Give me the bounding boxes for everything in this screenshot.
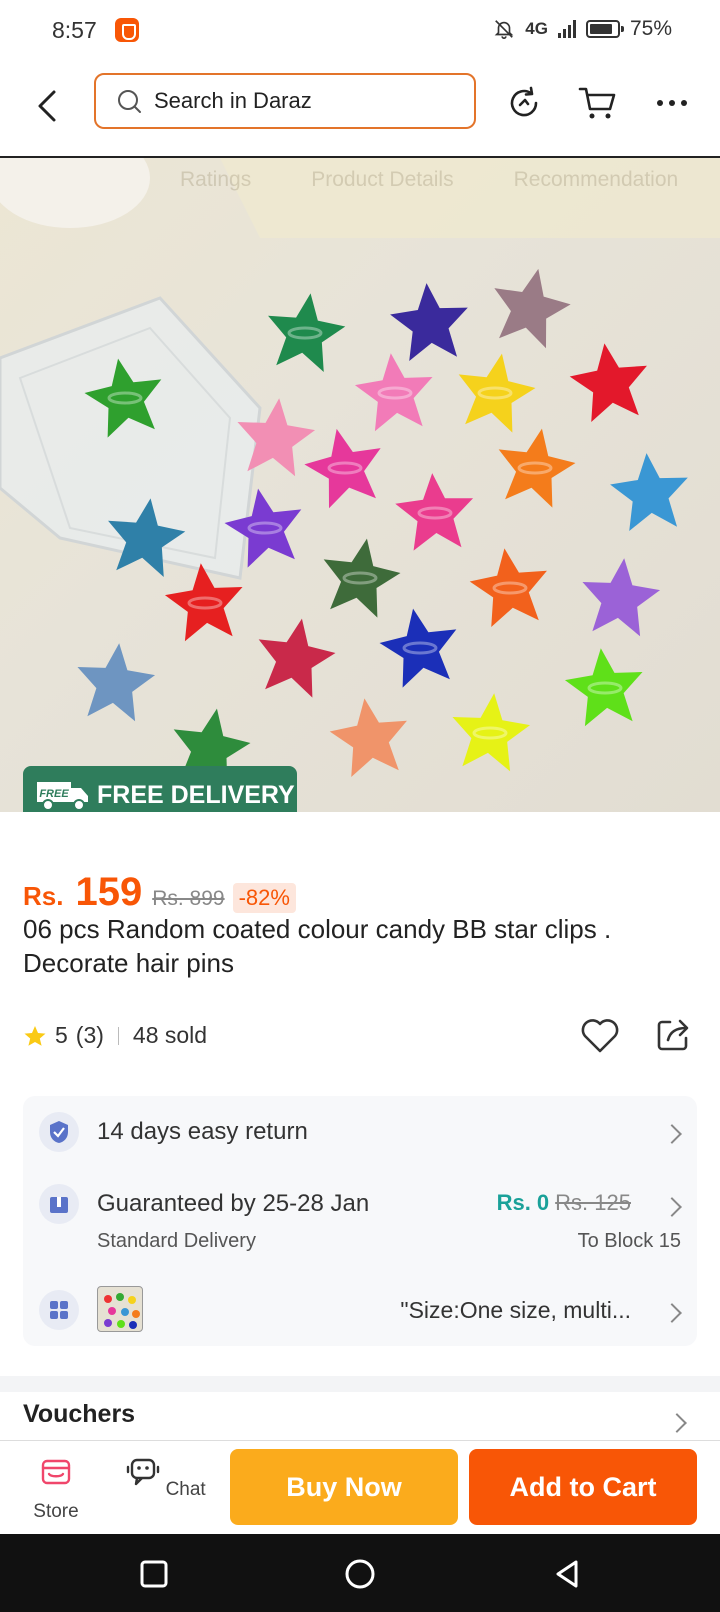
delivery-fee-old: Rs. 125 bbox=[555, 1190, 631, 1215]
status-time: 8:57 bbox=[52, 17, 97, 43]
return-policy-row[interactable]: 14 days easy return bbox=[23, 1096, 697, 1168]
chat-button[interactable]: Chat bbox=[126, 1455, 206, 1501]
heart-icon[interactable] bbox=[580, 1016, 620, 1056]
parcel-icon bbox=[39, 1184, 79, 1224]
search-icon bbox=[118, 90, 141, 113]
store-button[interactable]: Store bbox=[16, 1455, 96, 1523]
share-icon[interactable] bbox=[654, 1016, 692, 1054]
system-nav-bar bbox=[0, 1534, 720, 1612]
product-image[interactable]: Ratings Product Details Recommendation F… bbox=[0, 158, 720, 812]
search-placeholder: Search in Daraz bbox=[154, 88, 312, 113]
return-policy-text: 14 days easy return bbox=[97, 1118, 308, 1145]
store-label: Store bbox=[33, 1501, 79, 1522]
home-icon[interactable] bbox=[340, 1554, 380, 1594]
vouchers-row[interactable]: Vouchers bbox=[0, 1392, 720, 1440]
star-icon bbox=[24, 1025, 46, 1046]
status-bar: 8:57 4G 75% bbox=[0, 0, 720, 62]
chevron-right-icon bbox=[662, 1303, 682, 1323]
network-type: 4G bbox=[525, 19, 548, 38]
rating-count: (3) bbox=[75, 1022, 104, 1048]
battery-icon bbox=[585, 20, 624, 38]
tab-ratings: Ratings bbox=[180, 168, 252, 191]
variant-row[interactable]: "Size:One size, multi... bbox=[23, 1276, 697, 1342]
battery-percent: 75% bbox=[629, 17, 672, 40]
shield-icon bbox=[39, 1112, 79, 1152]
rating-row[interactable]: 5 (3) 48 sold bbox=[23, 1022, 207, 1049]
product-title: 06 pcs Random coated colour candy BB sta… bbox=[23, 914, 612, 978]
more-icon[interactable] bbox=[648, 79, 696, 127]
guarantee-text: Guaranteed by 25-28 Jan bbox=[97, 1190, 370, 1217]
sold-count: 48 sold bbox=[132, 1022, 208, 1048]
star-clips-photo bbox=[0, 158, 720, 791]
tab-product-details: Product Details bbox=[311, 168, 454, 191]
variant-thumbnail[interactable] bbox=[97, 1286, 143, 1332]
chat-label: Chat bbox=[165, 1479, 206, 1500]
delivery-destination: To Block 15 bbox=[577, 1230, 681, 1252]
faint-section-tabs: Ratings Product Details Recommendation bbox=[180, 168, 720, 192]
signal-icon bbox=[557, 20, 576, 38]
nav-back-icon[interactable] bbox=[548, 1554, 588, 1594]
price-row: Rs. 159 Rs. 899 -82% bbox=[23, 870, 296, 915]
price-value: 159 bbox=[75, 870, 143, 914]
add-to-cart-button[interactable]: Add to Cart bbox=[469, 1449, 697, 1525]
status-indicators: 4G 75% bbox=[493, 17, 672, 41]
delivery-row[interactable]: Guaranteed by 25-28 Jan Rs. 0 Rs. 125 St… bbox=[23, 1174, 697, 1264]
daraz-app-icon bbox=[115, 18, 139, 42]
chevron-right-icon bbox=[662, 1124, 682, 1144]
divider bbox=[117, 1026, 119, 1045]
cart-icon[interactable] bbox=[574, 79, 622, 127]
free-delivery-badge: FREE FREE DELIVERY bbox=[23, 766, 297, 812]
top-header: Search in Daraz bbox=[0, 62, 720, 158]
grid-icon bbox=[39, 1290, 79, 1330]
chevron-right-icon bbox=[667, 1413, 687, 1433]
tab-recommendation: Recommendation bbox=[513, 168, 679, 191]
delivery-truck-icon: FREE bbox=[37, 782, 88, 811]
discount-badge: -82% bbox=[232, 883, 296, 913]
store-icon bbox=[41, 1459, 71, 1485]
back-icon[interactable] bbox=[30, 82, 70, 130]
chat-bot-icon bbox=[127, 1458, 160, 1486]
original-price: Rs. 899 bbox=[152, 887, 225, 910]
buy-now-button[interactable]: Buy Now bbox=[230, 1449, 458, 1525]
vouchers-label: Vouchers bbox=[23, 1400, 136, 1428]
truck-free-text: FREE bbox=[39, 788, 69, 800]
product-info-section: Rs. 159 Rs. 899 -82% 06 pcs Random coate… bbox=[0, 812, 720, 1376]
service-card: 14 days easy return Guaranteed by 25-28 … bbox=[23, 1096, 697, 1346]
free-delivery-label: FREE DELIVERY bbox=[97, 780, 295, 809]
delivery-fee: Rs. 0 Rs. 125 bbox=[497, 1190, 631, 1216]
variant-selection: "Size:One size, multi... bbox=[400, 1297, 631, 1323]
chevron-right-icon bbox=[662, 1197, 682, 1217]
bottom-action-bar: Store Chat Buy Now Add to Cart bbox=[0, 1440, 720, 1534]
recent-apps-icon[interactable] bbox=[134, 1554, 174, 1594]
delivery-type: Standard Delivery bbox=[97, 1230, 256, 1252]
history-icon[interactable] bbox=[500, 79, 548, 127]
search-input[interactable]: Search in Daraz bbox=[94, 73, 476, 129]
mute-bell-icon bbox=[494, 20, 514, 39]
delivery-fee-new: Rs. 0 bbox=[496, 1190, 550, 1215]
rating-value: 5 bbox=[55, 1022, 68, 1048]
price-currency: Rs. bbox=[23, 881, 64, 911]
